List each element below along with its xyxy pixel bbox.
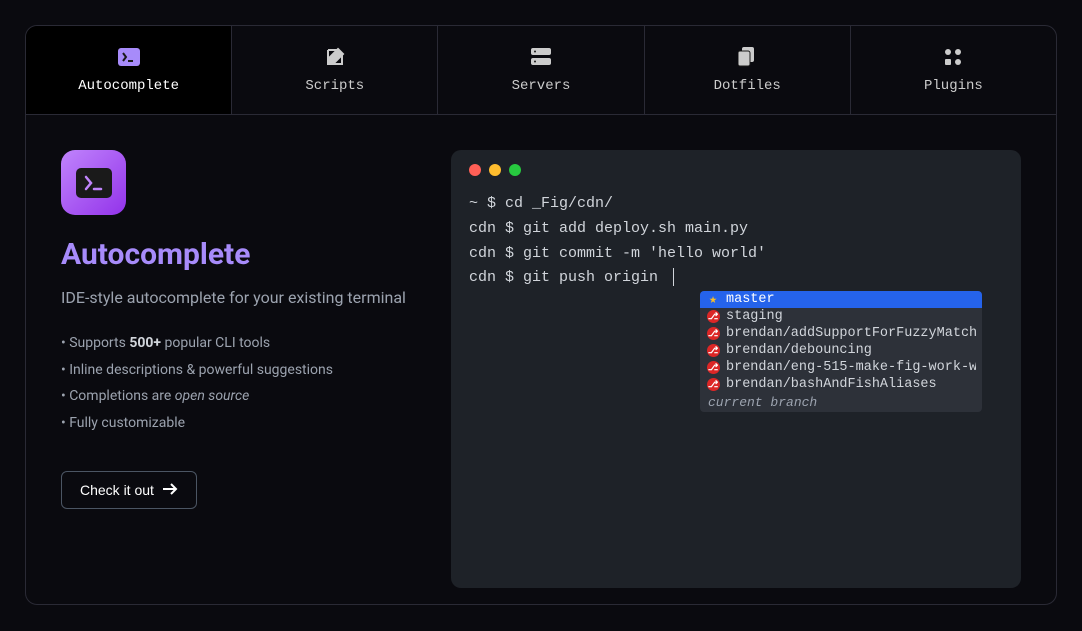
arrow-right-icon bbox=[162, 482, 178, 498]
autocomplete-item[interactable]: ⎇ staging bbox=[700, 308, 982, 325]
window-controls bbox=[469, 164, 1003, 176]
bullet-item: • Fully customizable bbox=[61, 410, 411, 437]
check-it-out-button[interactable]: Check it out bbox=[61, 471, 197, 509]
cursor-icon bbox=[673, 268, 674, 286]
tab-label: Dotfiles bbox=[714, 78, 781, 94]
tab-label: Servers bbox=[512, 78, 571, 94]
tab-label: Autocomplete bbox=[78, 78, 179, 94]
branch-icon: ⎇ bbox=[706, 327, 720, 341]
autocomplete-popup: ★ master ⎇ staging ⎇ brendan/addSupportF… bbox=[700, 291, 982, 412]
tab-plugins[interactable]: Plugins bbox=[851, 26, 1056, 114]
feature-bullets: • Supports 500+ popular CLI tools • Inli… bbox=[61, 330, 411, 436]
terminal-icon bbox=[118, 46, 140, 68]
bullet-item: • Supports 500+ popular CLI tools bbox=[61, 330, 411, 357]
feature-subtitle: IDE-style autocomplete for your existing… bbox=[61, 286, 411, 310]
terminal-line: cdn $ git push origin bbox=[469, 266, 1003, 291]
server-icon bbox=[530, 46, 552, 68]
autocomplete-label: brendan/eng-515-make-fig-work-with-m bbox=[726, 360, 976, 375]
autocomplete-item[interactable]: ⎇ brendan/bashAndFishAliases bbox=[700, 376, 982, 393]
feature-description: Autocomplete IDE-style autocomplete for … bbox=[61, 150, 411, 588]
autocomplete-label: brendan/bashAndFishAliases bbox=[726, 377, 937, 392]
tab-label: Scripts bbox=[305, 78, 364, 94]
tab-label: Plugins bbox=[924, 78, 983, 94]
star-icon: ★ bbox=[706, 293, 720, 307]
feature-panel: Autocomplete Scripts Servers Dotfiles Pl… bbox=[25, 25, 1057, 605]
maximize-icon[interactable] bbox=[509, 164, 521, 176]
tab-autocomplete[interactable]: Autocomplete bbox=[26, 26, 232, 114]
content-area: Autocomplete IDE-style autocomplete for … bbox=[26, 115, 1056, 605]
autocomplete-label: brendan/debouncing bbox=[726, 343, 872, 358]
tab-dotfiles[interactable]: Dotfiles bbox=[645, 26, 851, 114]
terminal-line: cdn $ git commit -m 'hello world' bbox=[469, 242, 1003, 267]
autocomplete-label: brendan/addSupportForFuzzyMatching bbox=[726, 326, 976, 341]
grid-icon bbox=[942, 46, 964, 68]
close-icon[interactable] bbox=[469, 164, 481, 176]
feature-title: Autocomplete bbox=[61, 237, 411, 272]
branch-icon: ⎇ bbox=[706, 344, 720, 358]
terminal-line: ~ $ cd _Fig/cdn/ bbox=[469, 192, 1003, 217]
cta-label: Check it out bbox=[80, 482, 154, 498]
feature-logo bbox=[61, 150, 126, 215]
tabs-bar: Autocomplete Scripts Servers Dotfiles Pl… bbox=[26, 26, 1056, 115]
autocomplete-footer: current branch bbox=[700, 393, 982, 412]
autocomplete-item[interactable]: ⎇ brendan/debouncing bbox=[700, 342, 982, 359]
tab-scripts[interactable]: Scripts bbox=[232, 26, 438, 114]
edit-icon bbox=[324, 46, 346, 68]
autocomplete-item-master[interactable]: ★ master bbox=[700, 291, 982, 308]
files-icon bbox=[736, 46, 758, 68]
terminal-window: ~ $ cd _Fig/cdn/ cdn $ git add deploy.sh… bbox=[451, 150, 1021, 588]
bullet-item: • Inline descriptions & powerful suggest… bbox=[61, 357, 411, 384]
minimize-icon[interactable] bbox=[489, 164, 501, 176]
autocomplete-label: master bbox=[726, 292, 775, 307]
tab-servers[interactable]: Servers bbox=[438, 26, 644, 114]
branch-icon: ⎇ bbox=[706, 361, 720, 375]
bullet-item: • Completions are open source bbox=[61, 383, 411, 410]
autocomplete-label: staging bbox=[726, 309, 783, 324]
autocomplete-item[interactable]: ⎇ brendan/addSupportForFuzzyMatching bbox=[700, 325, 982, 342]
terminal-icon bbox=[76, 168, 112, 198]
autocomplete-item[interactable]: ⎇ brendan/eng-515-make-fig-work-with-m bbox=[700, 359, 982, 376]
terminal-line: cdn $ git add deploy.sh main.py bbox=[469, 217, 1003, 242]
branch-icon: ⎇ bbox=[706, 310, 720, 324]
branch-icon: ⎇ bbox=[706, 378, 720, 392]
